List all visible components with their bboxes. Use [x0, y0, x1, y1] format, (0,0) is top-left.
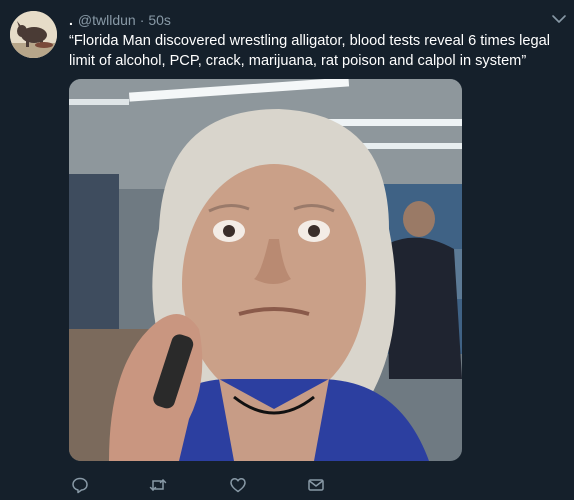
- tweet-text: “Florida Man discovered wrestling alliga…: [69, 33, 551, 69]
- user-handle[interactable]: @twlldun: [78, 12, 136, 28]
- display-name[interactable]: .: [69, 12, 73, 28]
- retweet-icon[interactable]: [147, 474, 169, 496]
- tweet-card[interactable]: . @twlldun · 50s “Florida Man discovered…: [0, 0, 574, 500]
- chevron-down-icon[interactable]: [551, 11, 567, 27]
- tweet-header: . @twlldun · 50s: [69, 11, 171, 29]
- reply-icon[interactable]: [69, 474, 91, 496]
- separator: ·: [139, 12, 145, 28]
- heart-icon[interactable]: [227, 474, 249, 496]
- timestamp[interactable]: 50s: [148, 12, 171, 28]
- tweet-media-image[interactable]: [69, 79, 462, 461]
- tweet-actions: [69, 474, 489, 496]
- avatar[interactable]: [10, 11, 57, 58]
- avatar-image: [10, 11, 57, 58]
- envelope-icon[interactable]: [305, 474, 327, 496]
